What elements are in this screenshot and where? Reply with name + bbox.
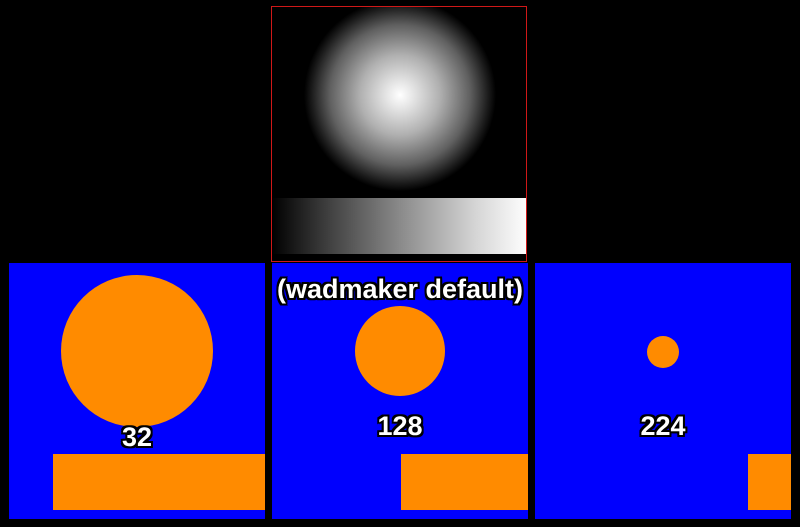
panel-label-128: 128 <box>377 411 423 441</box>
preview-panel-224 <box>535 263 791 519</box>
preview-circle <box>61 275 213 427</box>
preview-bar <box>401 454 528 510</box>
radial-glow <box>272 7 526 197</box>
preview-circle <box>355 306 445 396</box>
preview-circle <box>647 336 679 368</box>
preview-bar <box>748 454 791 510</box>
source-texture <box>271 6 527 262</box>
gradient-ramp <box>272 198 526 254</box>
panel-label-32: 32 <box>121 422 153 452</box>
panel-label-224: 224 <box>640 411 686 441</box>
preview-bar <box>53 454 265 510</box>
caption-label: (wadmaker default) <box>276 274 524 304</box>
preview-panel-32 <box>9 263 265 519</box>
